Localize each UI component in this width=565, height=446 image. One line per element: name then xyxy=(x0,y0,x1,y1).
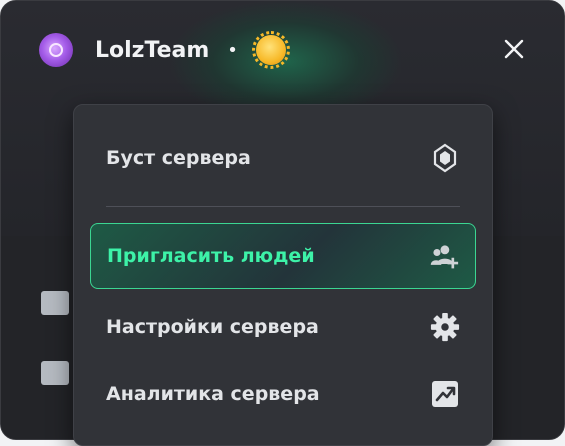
menu-item-settings[interactable]: Настройки сервера xyxy=(90,294,476,360)
boost-gem-icon xyxy=(430,143,460,173)
sun-emoji-icon xyxy=(251,31,290,69)
menu-item-boost[interactable]: Буст сервера xyxy=(90,125,476,191)
close-button[interactable] xyxy=(499,34,529,64)
menu-divider xyxy=(106,206,460,207)
server-dropdown-menu: Буст сервера Пригласить людей Настройки … xyxy=(73,104,493,446)
menu-item-invite[interactable]: Пригласить людей xyxy=(90,223,476,289)
analytics-chart-icon xyxy=(430,379,460,409)
menu-item-analytics[interactable]: Аналитика сервера xyxy=(90,361,476,427)
close-icon xyxy=(504,39,524,59)
signpost-icon xyxy=(41,291,69,315)
server-avatar-icon xyxy=(39,33,73,67)
gear-icon xyxy=(430,312,460,342)
add-person-icon xyxy=(429,241,459,271)
menu-item-label: Пригласить людей xyxy=(107,245,315,267)
menu-item-label: Аналитика сервера xyxy=(106,383,320,405)
server-header[interactable]: LolzTeam • xyxy=(39,31,290,69)
server-name: LolzTeam xyxy=(95,37,210,63)
menu-item-label: Настройки сервера xyxy=(106,316,319,338)
calendar-icon xyxy=(41,361,69,385)
header-separator: • xyxy=(227,39,238,61)
menu-item-label: Буст сервера xyxy=(106,147,251,169)
